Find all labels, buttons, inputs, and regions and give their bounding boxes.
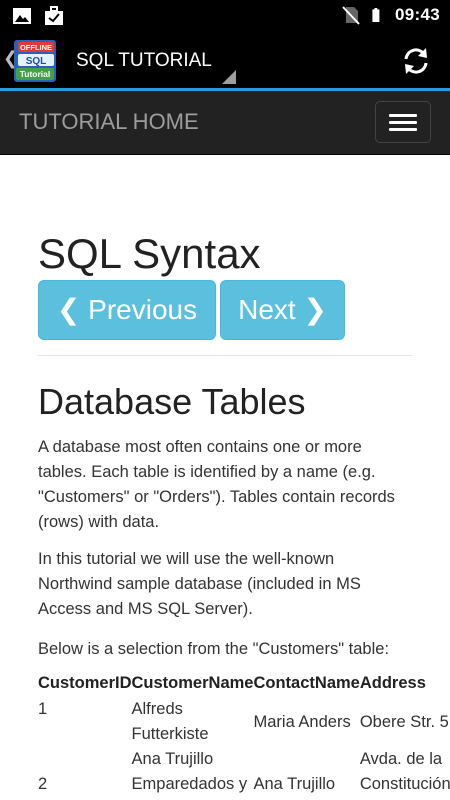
previous-button[interactable]: ❮ Previous <box>38 280 216 340</box>
logo-badge-bottom: Tutorial <box>20 69 51 79</box>
table-header-cell: Address <box>359 674 426 692</box>
action-bar: ❮ OFFLINE SQL Tutorial SQL TUTORIAL <box>0 32 450 90</box>
no-sim-icon <box>342 6 360 25</box>
table-row: 1 Alfreds Futterkiste Maria Anders Obere… <box>38 697 450 747</box>
paragraph-selection: Below is a selection from the "Customers… <box>38 640 390 658</box>
section-title: Database Tables <box>38 381 306 422</box>
image-icon <box>13 8 31 24</box>
dropdown-triangle-icon[interactable] <box>222 70 236 84</box>
page-title: SQL Syntax <box>38 230 261 277</box>
table-row: 2 Ana Trujillo Emparedados y Ana Trujillo… <box>38 747 450 797</box>
table-header-cell: CustomerID <box>38 674 132 692</box>
clock-time: 09:43 <box>395 5 440 24</box>
table-cell: Ana Trujillo <box>253 775 336 793</box>
table-header-cell: CustomerName <box>131 674 254 692</box>
paragraph-tables-intro: A database most often contains one or mo… <box>38 438 395 531</box>
navbar-brand[interactable]: TUTORIAL HOME <box>19 109 199 135</box>
table-cell: Maria Anders <box>253 712 351 731</box>
divider <box>38 355 412 356</box>
table-header-cell: ContactName <box>253 674 360 692</box>
table-cell: Alfreds Futterkiste <box>131 700 209 743</box>
table-cell: Ana Trujillo Emparedados y <box>131 750 248 793</box>
logo-badge-middle: SQL <box>26 56 47 67</box>
paragraph-northwind: In this tutorial we will use the well-kn… <box>38 550 361 618</box>
customers-table-wrapper[interactable]: CustomerID CustomerName ContactName Addr… <box>38 670 450 800</box>
refresh-icon[interactable] <box>400 45 432 77</box>
battery-icon <box>372 8 380 22</box>
app-title[interactable]: SQL TUTORIAL <box>76 50 212 72</box>
briefcase-check-icon <box>45 6 63 25</box>
status-bar: 09:43 <box>0 0 450 32</box>
hamburger-menu-button[interactable] <box>375 101 431 143</box>
table-header-row: CustomerID CustomerName ContactName Addr… <box>38 670 450 697</box>
next-button[interactable]: Next ❯ <box>220 280 345 340</box>
logo-badge-top: OFFLINE <box>20 43 52 52</box>
table-cell: Obere Str. 5 <box>359 712 449 731</box>
app-logo[interactable]: OFFLINE SQL Tutorial <box>14 40 56 82</box>
site-navbar: TUTORIAL HOME <box>0 91 450 155</box>
table-cell: 1 <box>38 700 48 718</box>
table-cell: Avda. de la Constitución <box>359 750 450 793</box>
table-cell: 2 <box>38 775 48 793</box>
customers-table: CustomerID CustomerName ContactName Addr… <box>38 670 450 797</box>
